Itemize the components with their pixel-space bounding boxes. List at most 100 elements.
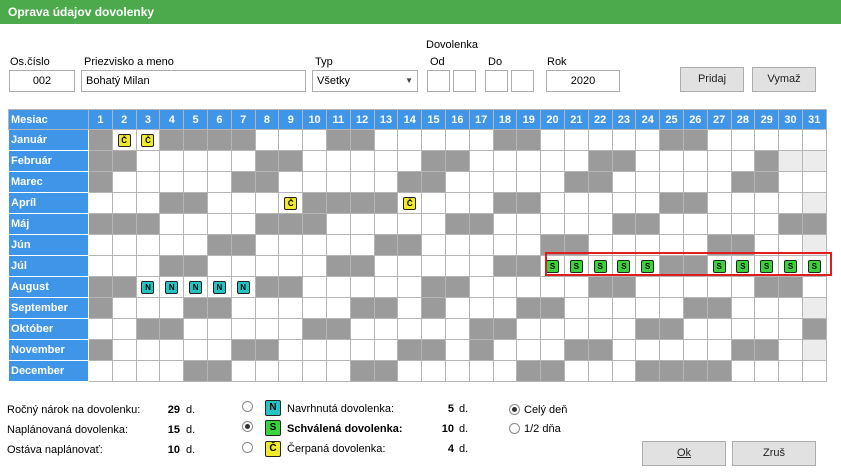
day-cell[interactable]: [349, 339, 375, 361]
day-cell[interactable]: [302, 129, 327, 151]
day-cell[interactable]: [421, 234, 446, 256]
day-cell[interactable]: [540, 339, 565, 361]
day-cell[interactable]: [778, 234, 803, 256]
day-cell[interactable]: S: [754, 255, 780, 277]
day-cell[interactable]: [88, 171, 113, 193]
day-cell[interactable]: [325, 339, 351, 361]
day-cell[interactable]: [230, 339, 256, 361]
day-cell[interactable]: [325, 150, 351, 172]
day-cell[interactable]: [682, 171, 708, 193]
day-cell[interactable]: N: [206, 276, 232, 298]
day-cell[interactable]: [516, 297, 542, 319]
day-cell[interactable]: [778, 318, 803, 340]
day-cell[interactable]: [349, 255, 375, 277]
schvalena-radio[interactable]: [242, 421, 253, 432]
day-cell[interactable]: [563, 339, 589, 361]
day-cell[interactable]: S: [730, 255, 756, 277]
day-cell[interactable]: [254, 339, 280, 361]
day-cell[interactable]: [278, 318, 304, 340]
day-cell[interactable]: [754, 234, 780, 256]
day-cell[interactable]: [254, 234, 280, 256]
day-cell[interactable]: [302, 192, 327, 214]
day-cell[interactable]: [635, 171, 661, 193]
day-cell[interactable]: [159, 339, 185, 361]
day-cell[interactable]: [230, 129, 256, 151]
day-cell[interactable]: [254, 276, 280, 298]
do-day-field[interactable]: [485, 70, 508, 92]
day-cell[interactable]: [373, 171, 399, 193]
day-cell[interactable]: [135, 192, 161, 214]
day-cell[interactable]: [516, 192, 542, 214]
day-cell[interactable]: [230, 192, 256, 214]
day-cell[interactable]: [468, 213, 494, 235]
day-cell[interactable]: [230, 297, 256, 319]
day-cell[interactable]: [682, 297, 708, 319]
day-cell[interactable]: [706, 192, 732, 214]
do-month-field[interactable]: [511, 70, 534, 92]
day-cell[interactable]: [730, 276, 756, 298]
day-cell[interactable]: [706, 318, 732, 340]
day-cell[interactable]: [302, 276, 327, 298]
cerpana-radio[interactable]: [242, 442, 253, 453]
day-cell[interactable]: [682, 339, 708, 361]
day-cell[interactable]: [659, 234, 684, 256]
day-cell[interactable]: [611, 339, 637, 361]
day-cell[interactable]: [302, 297, 327, 319]
day-cell[interactable]: [206, 129, 232, 151]
day-cell[interactable]: [302, 234, 327, 256]
day-cell[interactable]: [587, 129, 613, 151]
day-cell[interactable]: N: [159, 276, 185, 298]
day-cell[interactable]: [468, 150, 494, 172]
day-cell[interactable]: [183, 360, 208, 382]
day-cell[interactable]: [801, 171, 827, 193]
day-cell[interactable]: [325, 297, 351, 319]
day-cell[interactable]: [468, 318, 494, 340]
day-cell[interactable]: [468, 234, 494, 256]
day-cell[interactable]: [730, 192, 756, 214]
day-cell[interactable]: [540, 129, 565, 151]
day-cell[interactable]: [778, 360, 803, 382]
day-cell[interactable]: [444, 318, 470, 340]
day-cell[interactable]: [88, 213, 113, 235]
day-cell[interactable]: [587, 318, 613, 340]
day-cell[interactable]: [516, 276, 542, 298]
day-cell[interactable]: [183, 150, 208, 172]
day-cell[interactable]: [516, 150, 542, 172]
day-cell[interactable]: [349, 360, 375, 382]
day-cell[interactable]: [325, 276, 351, 298]
day-cell[interactable]: [254, 129, 280, 151]
day-cell[interactable]: [206, 234, 232, 256]
day-cell[interactable]: [444, 129, 470, 151]
day-cell[interactable]: [421, 276, 446, 298]
day-cell[interactable]: [278, 129, 304, 151]
day-cell[interactable]: S: [635, 255, 661, 277]
day-cell[interactable]: [135, 171, 161, 193]
day-cell[interactable]: [254, 192, 280, 214]
day-cell[interactable]: [659, 129, 684, 151]
day-cell[interactable]: [635, 276, 661, 298]
day-cell[interactable]: [349, 192, 375, 214]
day-cell[interactable]: [373, 129, 399, 151]
day-cell[interactable]: [540, 234, 565, 256]
day-cell[interactable]: [635, 129, 661, 151]
day-cell[interactable]: [540, 318, 565, 340]
day-cell[interactable]: [492, 129, 518, 151]
day-cell[interactable]: [444, 234, 470, 256]
day-cell[interactable]: [373, 213, 399, 235]
day-cell[interactable]: [278, 255, 304, 277]
day-cell[interactable]: [111, 234, 137, 256]
day-cell[interactable]: [563, 129, 589, 151]
day-cell[interactable]: [325, 360, 351, 382]
day-cell[interactable]: [135, 318, 161, 340]
day-cell[interactable]: [135, 213, 161, 235]
day-cell[interactable]: [206, 213, 232, 235]
day-cell[interactable]: [88, 234, 113, 256]
day-cell[interactable]: [278, 276, 304, 298]
day-cell[interactable]: [88, 297, 113, 319]
day-cell[interactable]: [397, 297, 423, 319]
day-cell[interactable]: [659, 318, 684, 340]
day-cell[interactable]: [278, 360, 304, 382]
pridaj-button[interactable]: Pridaj: [680, 67, 744, 92]
day-cell[interactable]: [183, 129, 208, 151]
day-cell[interactable]: [516, 360, 542, 382]
